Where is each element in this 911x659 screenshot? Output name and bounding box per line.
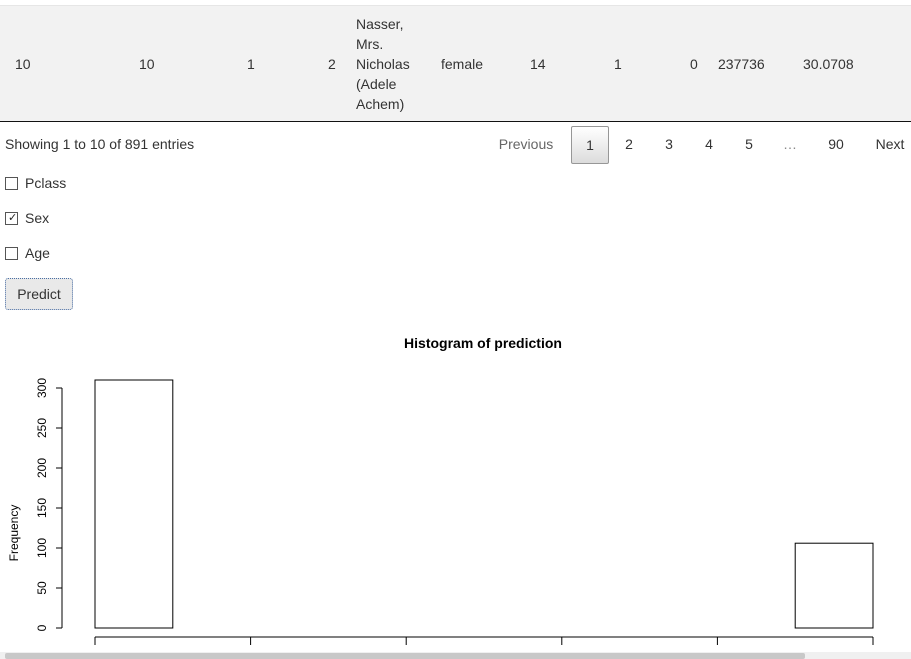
cell-age: 14	[530, 56, 546, 72]
y-tick-label: 250	[35, 418, 49, 438]
y-tick-label: 50	[35, 581, 49, 595]
pagination-previous[interactable]: Previous	[490, 126, 562, 162]
table-row: 10 10 1 2 Nasser, Mrs. Nicholas (Adele A…	[0, 0, 911, 123]
chart-title: Histogram of prediction	[404, 335, 562, 351]
chart-x-axis	[94, 636, 874, 645]
name-line: Mrs.	[356, 36, 384, 52]
chart-bars	[94, 379, 874, 629]
predict-button[interactable]: Predict	[5, 278, 73, 310]
chart-y-label: Frequency	[7, 505, 21, 562]
checkbox-pclass-label[interactable]: Pclass	[25, 175, 66, 191]
y-tick-label: 100	[35, 538, 49, 558]
pagination-page-last[interactable]: 90	[816, 126, 856, 162]
cell-name: Nasser, Mrs. Nicholas (Adele Achem)	[356, 14, 426, 114]
check-mark-icon: ✓	[8, 212, 18, 224]
table-bottom-border	[0, 121, 911, 122]
name-line: Nasser,	[356, 16, 404, 32]
scrollbar-thumb[interactable]	[5, 653, 805, 659]
cell-row-index: 10	[15, 56, 31, 72]
cell-sibsp: 1	[614, 56, 622, 72]
cell-sex: female	[441, 56, 484, 72]
checkbox-pclass-box[interactable]	[5, 177, 18, 190]
checkbox-age-box[interactable]	[5, 247, 18, 260]
y-tick-label: 300	[35, 378, 49, 398]
pagination-page-3[interactable]: 3	[654, 126, 684, 162]
chart-y-axis: 0 50 100 150 200 250 300	[35, 378, 63, 631]
pagination-page-5[interactable]: 5	[734, 126, 764, 162]
name-line: Achem)	[356, 96, 405, 112]
checkbox-age-label[interactable]: Age	[25, 245, 50, 261]
pagination-page-2[interactable]: 2	[614, 126, 644, 162]
checkbox-sex-box[interactable]: ✓	[5, 212, 18, 225]
pagination-page-4[interactable]: 4	[694, 126, 724, 162]
name-line: (Adele	[356, 76, 397, 92]
cell-ticket: 237736	[718, 56, 765, 72]
cell-fare: 30.0708	[803, 56, 854, 72]
name-line: Nicholas	[356, 56, 410, 72]
cell-parch: 0	[690, 56, 698, 72]
pagination-page-1[interactable]: 1	[571, 126, 609, 164]
y-tick-label: 0	[35, 624, 49, 631]
pagination-ellipsis: …	[783, 136, 797, 152]
cell-passenger-id: 10	[139, 56, 155, 72]
pagination: Previous 1 2 3 4 5 … 90 Next	[0, 126, 911, 164]
histogram-bar	[794, 542, 874, 629]
y-tick-label: 200	[35, 458, 49, 478]
cell-pclass: 2	[328, 56, 336, 72]
pagination-next[interactable]: Next	[870, 126, 910, 162]
horizontal-scrollbar[interactable]	[0, 652, 911, 659]
cell-survived: 1	[247, 56, 255, 72]
y-tick-label: 150	[35, 498, 49, 518]
checkbox-sex-label[interactable]: Sex	[25, 210, 49, 226]
histogram-bar	[94, 379, 174, 629]
histogram-chart: Histogram of prediction Frequency 0 50 100…	[7, 335, 874, 645]
